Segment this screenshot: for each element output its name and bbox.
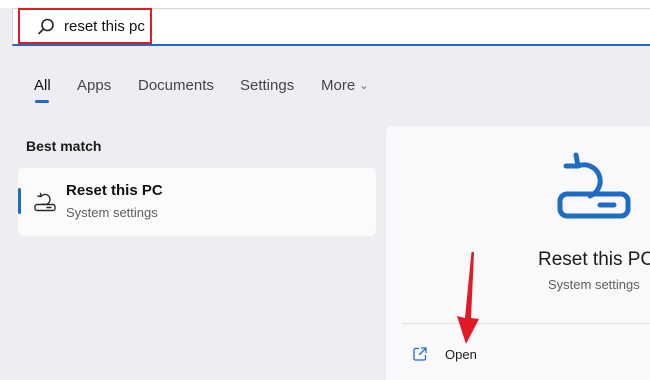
selected-indicator bbox=[18, 188, 21, 214]
detail-subtitle: System settings bbox=[548, 277, 640, 292]
detail-title: Reset this PC bbox=[538, 249, 650, 270]
search-icon bbox=[38, 18, 54, 35]
tab-documents[interactable]: Documents bbox=[138, 74, 214, 98]
open-external-icon bbox=[413, 347, 427, 361]
result-subtitle: System settings bbox=[66, 205, 158, 220]
annotation-arrow bbox=[457, 252, 479, 344]
result-title: Reset this PC bbox=[66, 182, 163, 199]
active-tab-indicator bbox=[35, 100, 49, 103]
reset-pc-large-icon bbox=[557, 152, 631, 219]
best-match-result[interactable] bbox=[18, 168, 376, 236]
tab-more-label: More bbox=[321, 77, 356, 94]
tab-apps[interactable]: Apps bbox=[77, 74, 111, 98]
open-button[interactable]: Open bbox=[412, 344, 502, 366]
reset-pc-icon bbox=[34, 192, 56, 212]
detail-divider bbox=[402, 323, 650, 324]
search-input[interactable]: reset this pc bbox=[64, 17, 145, 37]
best-match-heading: Best match bbox=[26, 138, 102, 154]
tab-settings[interactable]: Settings bbox=[240, 74, 294, 98]
chevron-down-icon: ⌄ bbox=[359, 80, 369, 92]
open-label: Open bbox=[445, 347, 477, 362]
tab-all[interactable]: All bbox=[34, 74, 51, 98]
window-top-strip bbox=[0, 0, 650, 8]
tab-more[interactable]: More ⌄ bbox=[321, 74, 368, 98]
